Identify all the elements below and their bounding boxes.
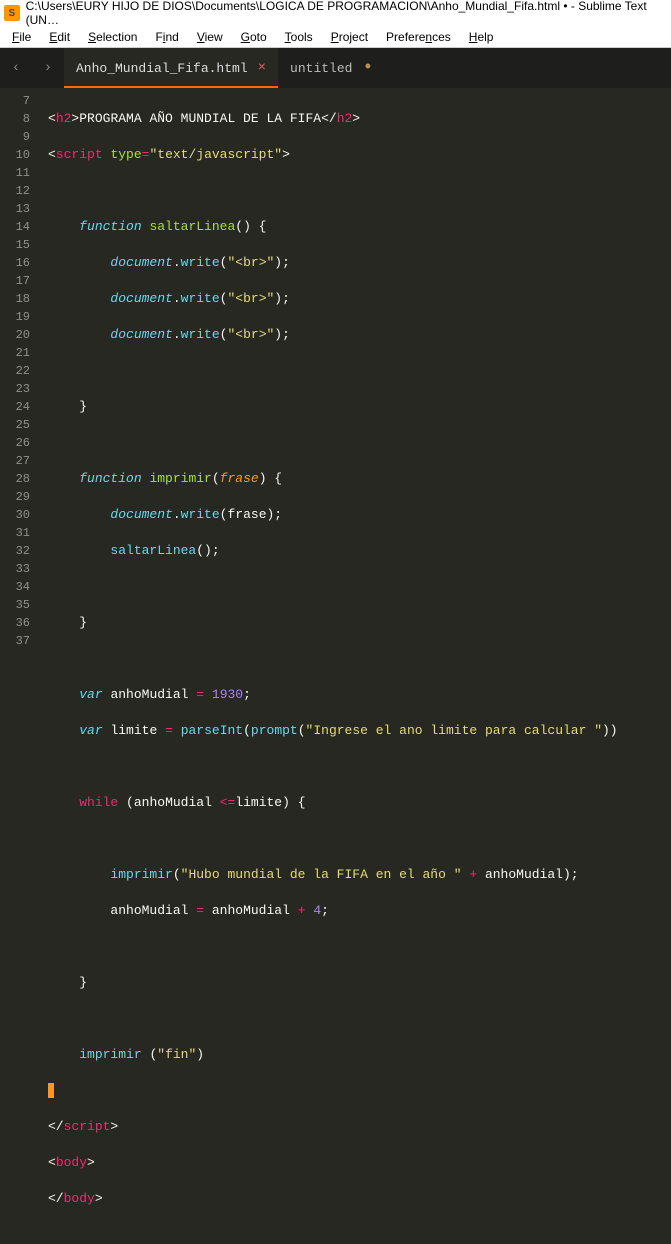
editor-area[interactable]: 7891011121314151617181920212223242526272… [0, 88, 671, 650]
text-cursor [48, 1083, 54, 1098]
menu-goto[interactable]: Goto [233, 28, 275, 46]
tab-untitled[interactable]: untitled • [278, 48, 385, 88]
tab-label: Anho_Mundial_Fifa.html [76, 61, 248, 76]
menu-preferences[interactable]: Preferences [378, 28, 459, 46]
window-titlebar: S C:\Users\EURY HIJO DE DIOS\Documents\L… [0, 0, 671, 26]
window-title: C:\Users\EURY HIJO DE DIOS\Documents\LOG… [26, 0, 667, 27]
menu-find[interactable]: Find [147, 28, 186, 46]
menu-project[interactable]: Project [323, 28, 376, 46]
menu-help[interactable]: Help [461, 28, 502, 46]
menu-view[interactable]: View [189, 28, 231, 46]
nav-forward-button[interactable]: › [32, 48, 64, 88]
code-content[interactable]: <h2>PROGRAMA AÑO MUNDIAL DE LA FIFA</h2>… [40, 88, 671, 650]
line-gutter: 7891011121314151617181920212223242526272… [0, 88, 40, 650]
menu-selection[interactable]: Selection [80, 28, 145, 46]
menu-tools[interactable]: Tools [277, 28, 321, 46]
tab-label: untitled [290, 61, 352, 76]
app-icon: S [4, 5, 20, 21]
tab-active[interactable]: Anho_Mundial_Fifa.html × [64, 48, 278, 88]
menu-edit[interactable]: Edit [41, 28, 78, 46]
menu-bar: File Edit Selection Find View Goto Tools… [0, 26, 671, 48]
nav-back-button[interactable]: ‹ [0, 48, 32, 88]
menu-file[interactable]: File [4, 28, 39, 46]
tab-bar: ‹ › Anho_Mundial_Fifa.html × untitled • [0, 48, 671, 88]
close-icon[interactable]: × [258, 60, 266, 76]
